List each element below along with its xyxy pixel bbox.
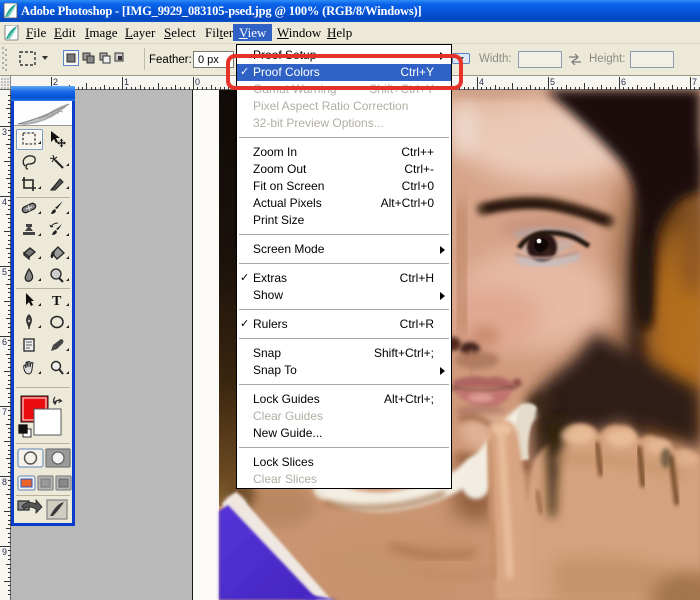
svg-text:T: T (52, 294, 62, 309)
